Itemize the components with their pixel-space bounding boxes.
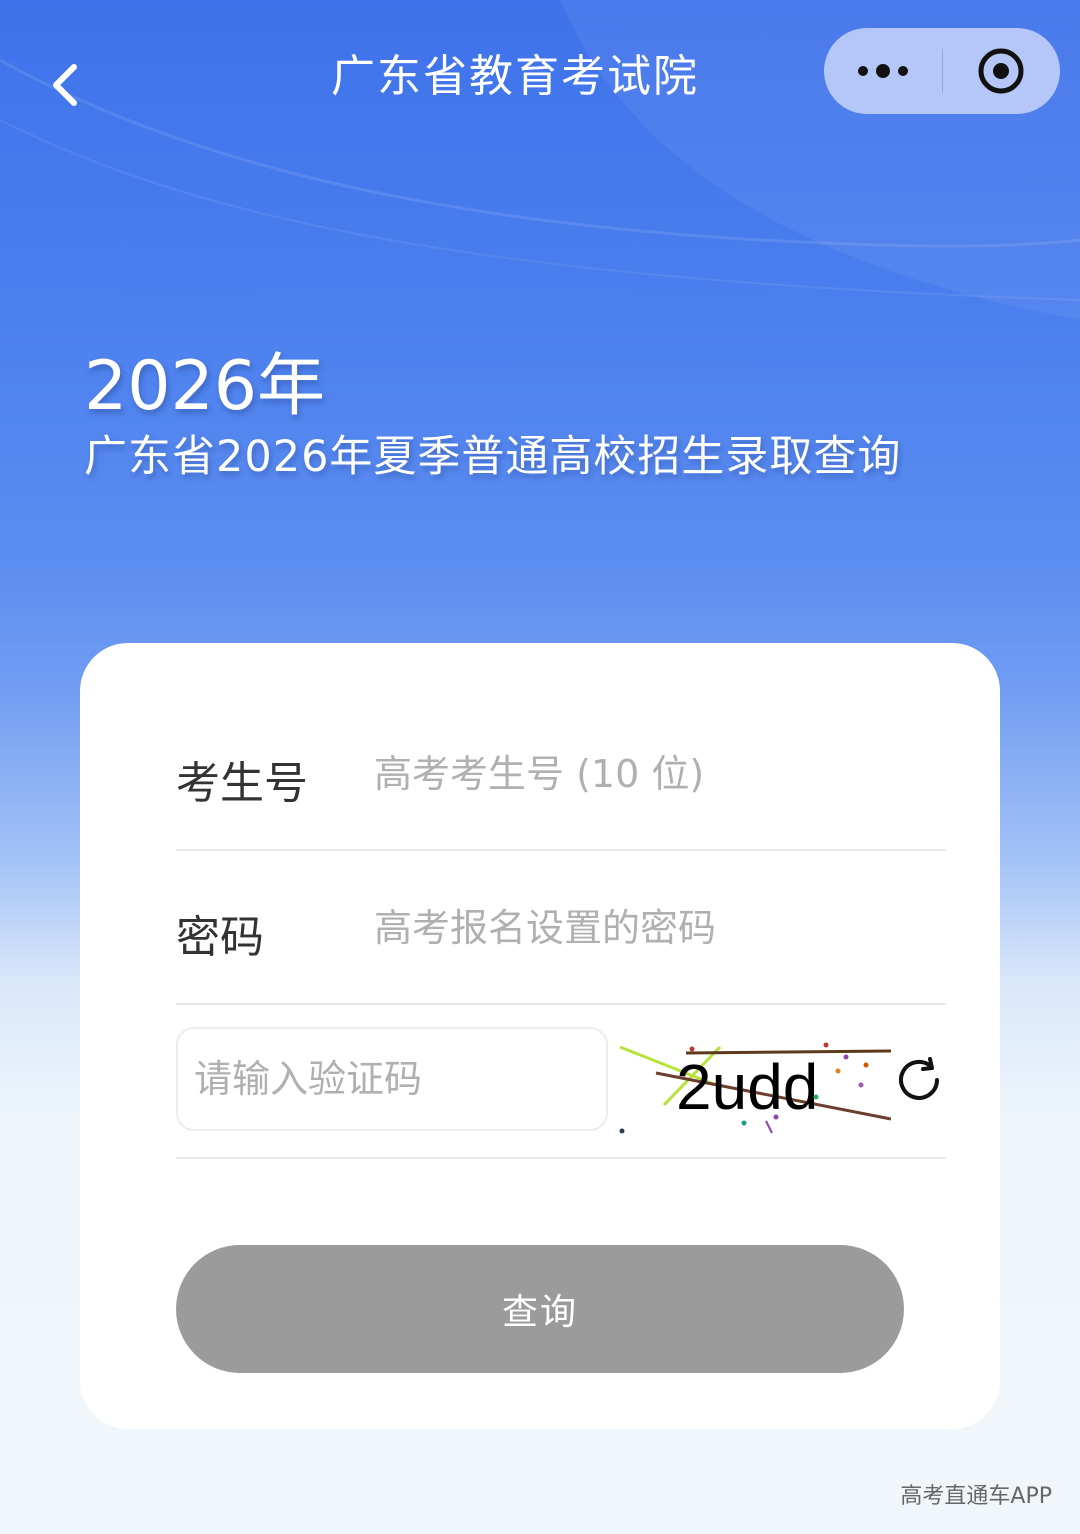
- query-form-card: 考生号 密码 2udd: [80, 643, 1000, 1429]
- target-close-icon: [978, 48, 1024, 94]
- mini-program-capsule: [824, 28, 1060, 114]
- captcha-input[interactable]: [176, 1027, 608, 1131]
- query-button[interactable]: 查询: [176, 1245, 904, 1373]
- refresh-icon: [899, 1057, 939, 1100]
- watermark-text: 高考直通车APP: [900, 1484, 1052, 1509]
- more-button[interactable]: [824, 28, 942, 114]
- candidate-number-row: 考生号: [176, 697, 946, 851]
- password-row: 密码: [176, 851, 946, 1005]
- password-label: 密码: [176, 912, 264, 963]
- hero-subtitle: 广东省2026年夏季普通高校招生录取查询: [84, 432, 902, 482]
- captcha-row: 2udd: [176, 1005, 946, 1159]
- password-input[interactable]: [374, 895, 934, 961]
- more-dots-icon: [857, 64, 908, 78]
- captcha-refresh-button[interactable]: [894, 1055, 944, 1105]
- candidate-number-input[interactable]: [374, 741, 934, 807]
- hero-year: 2026年: [84, 347, 326, 426]
- captcha-text: 2udd: [676, 1051, 818, 1123]
- close-mini-program-button[interactable]: [943, 28, 1061, 114]
- captcha-image[interactable]: 2udd: [616, 1025, 891, 1135]
- candidate-number-label: 考生号: [176, 758, 308, 809]
